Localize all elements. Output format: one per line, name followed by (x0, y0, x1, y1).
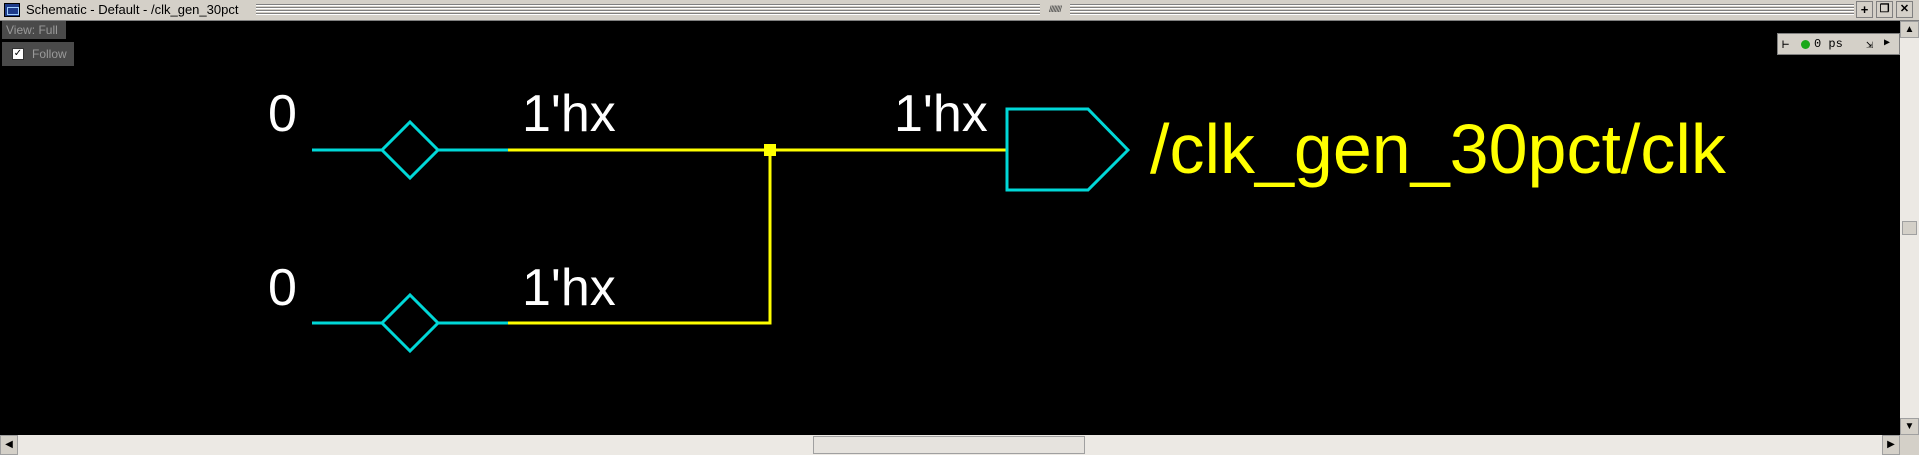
follow-label: Follow (32, 47, 67, 61)
input-port-1-icon (379, 119, 441, 181)
green-status-dot-icon (1801, 40, 1810, 49)
schematic-window-icon[interactable] (4, 3, 20, 17)
step-icon[interactable]: ⇲ (1866, 37, 1873, 52)
vertical-scrollbar[interactable]: ▲ ▼ (1900, 21, 1919, 435)
arrow-right-icon[interactable]: ▶ (1882, 435, 1900, 455)
junction-dot (764, 144, 776, 156)
horizontal-scrollbar[interactable]: ◀ ▶ (0, 435, 1900, 455)
input-1-value: 0 (268, 85, 297, 143)
add-button[interactable]: + (1856, 1, 1873, 18)
input-port-2-icon (379, 292, 441, 354)
scrollbar-corner (1900, 435, 1919, 455)
input-2-value: 0 (268, 259, 297, 317)
schematic-canvas[interactable]: 0 0 1'hx 1'hx 1'hx /clk_gen_30pct/clk Vi… (0, 21, 1900, 435)
close-button[interactable]: ✕ (1896, 1, 1913, 18)
output-net-value: 1'hx (894, 85, 988, 143)
grip-handle[interactable]: //////// (1040, 4, 1070, 15)
signal-name: /clk_gen_30pct/clk (1150, 110, 1727, 188)
view-mode-label: View: Full (2, 21, 66, 39)
schematic-drawing: 0 0 1'hx 1'hx 1'hx /clk_gen_30pct/clk (268, 85, 1727, 354)
horizontal-scroll-thumb[interactable] (813, 436, 1085, 454)
follow-toggle[interactable]: ✓ Follow (2, 42, 74, 66)
net-1-value: 1'hx (522, 85, 616, 143)
restore-button[interactable]: ❐ (1876, 1, 1893, 18)
cursor-icon[interactable]: ⊢ (1782, 37, 1789, 52)
arrow-up-icon[interactable]: ▲ (1900, 21, 1919, 38)
time-readout: 0 ps (1814, 37, 1843, 51)
arrow-left-icon[interactable]: ◀ (0, 435, 18, 455)
vertical-scroll-thumb[interactable] (1902, 221, 1917, 235)
follow-checkbox[interactable]: ✓ (12, 48, 24, 60)
arrow-right-icon[interactable]: ▶ (1884, 37, 1890, 49)
time-toolbar: ⊢ 0 ps ⇲ ▶ (1777, 33, 1900, 55)
window-title: Schematic - Default - /clk_gen_30pct (26, 2, 239, 17)
arrow-down-icon[interactable]: ▼ (1900, 418, 1919, 435)
net-2-value: 1'hx (522, 259, 616, 317)
output-port-icon (1005, 107, 1131, 192)
title-bar: Schematic - Default - /clk_gen_30pct ///… (0, 0, 1919, 21)
